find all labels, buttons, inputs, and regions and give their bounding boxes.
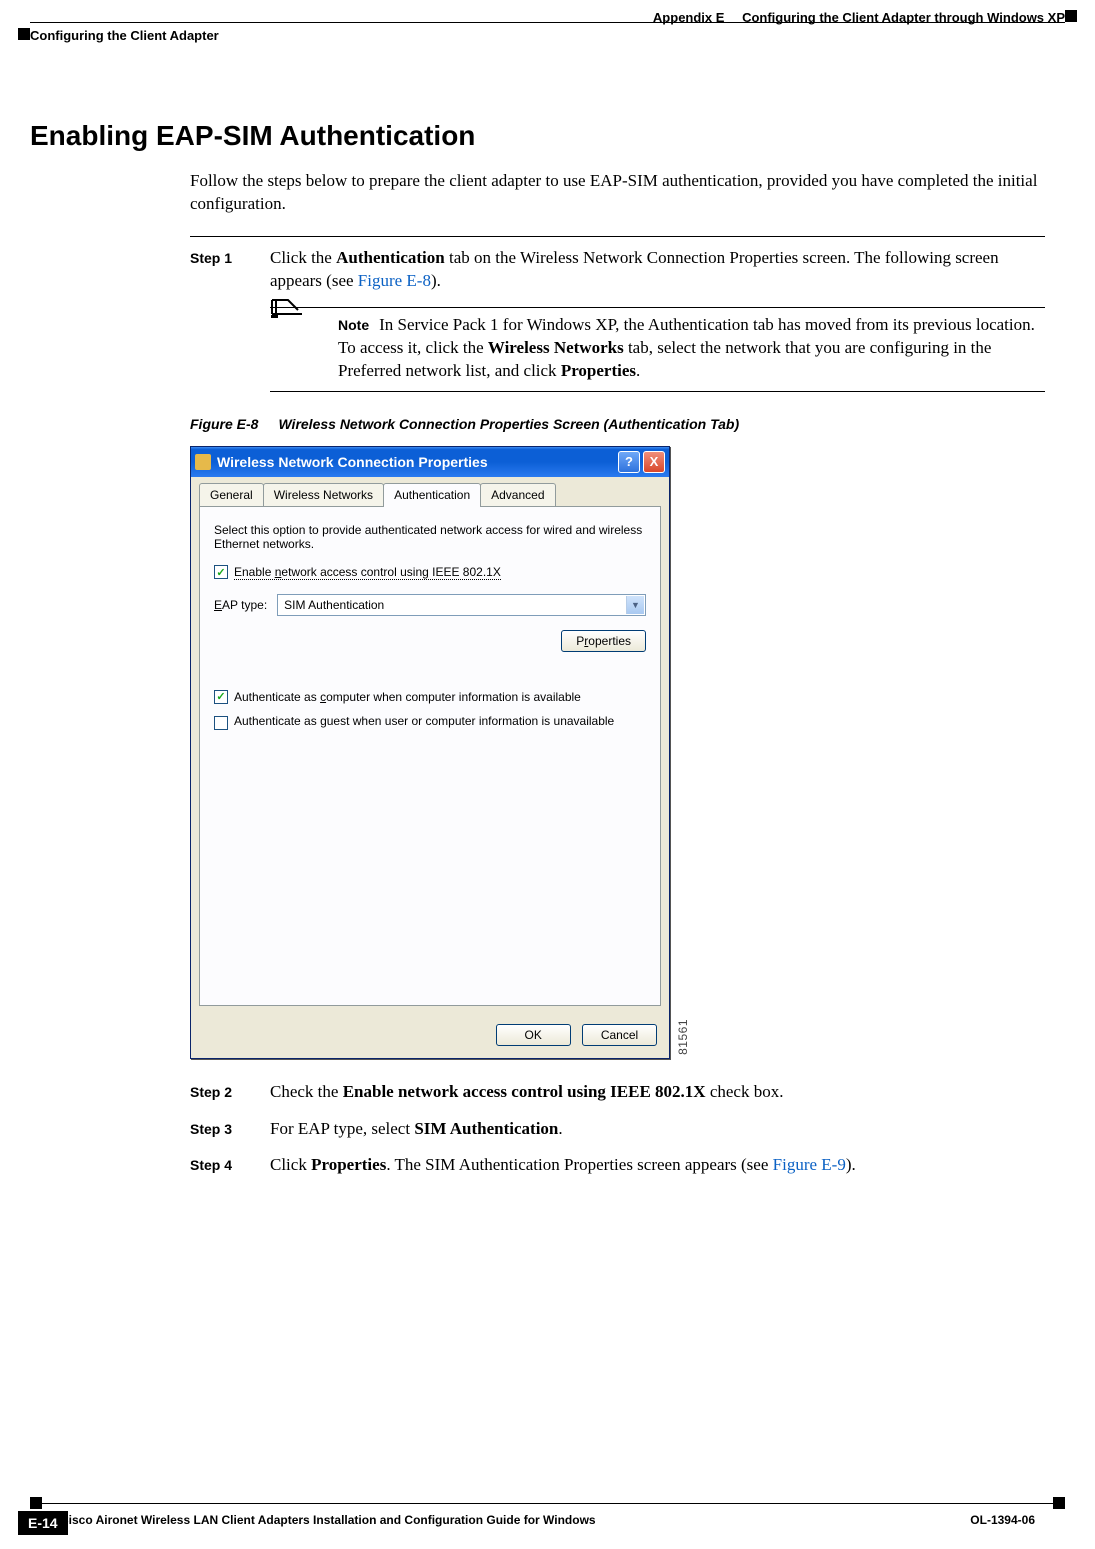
note-rule-bottom bbox=[270, 391, 1045, 392]
step-body: Click Properties. The SIM Authentication… bbox=[270, 1154, 1045, 1177]
step-body: For EAP type, select SIM Authentication. bbox=[270, 1118, 1045, 1141]
step-4: Step 4 Click Properties. The SIM Authent… bbox=[190, 1154, 1045, 1177]
eap-type-label: EAP type: bbox=[214, 598, 267, 612]
note-label: Note bbox=[338, 317, 369, 333]
header-mark-left bbox=[18, 28, 30, 40]
book-title: Cisco Aironet Wireless LAN Client Adapte… bbox=[60, 1513, 596, 1527]
dialog-footer: OK Cancel bbox=[191, 1014, 669, 1058]
auth-panel: Select this option to provide authentica… bbox=[199, 506, 661, 1006]
note-icon bbox=[270, 314, 338, 383]
note-rule-top bbox=[270, 307, 1045, 308]
enable-8021x-label: Enable network access control using IEEE… bbox=[234, 565, 501, 580]
section-title: Enabling EAP-SIM Authentication bbox=[30, 120, 1065, 152]
cancel-button[interactable]: Cancel bbox=[582, 1024, 657, 1046]
header-mark-right bbox=[1065, 10, 1077, 22]
figure-side-code: 81561 bbox=[676, 1019, 690, 1055]
tab-strip: General Wireless Networks Authentication… bbox=[191, 477, 669, 506]
tab-advanced[interactable]: Advanced bbox=[480, 483, 555, 506]
help-button[interactable]: ? bbox=[618, 451, 640, 473]
auth-as-guest-label: Authenticate as guest when user or compu… bbox=[234, 714, 614, 728]
step-2: Step 2 Check the Enable network access c… bbox=[190, 1081, 1045, 1104]
chevron-down-icon[interactable]: ▼ bbox=[626, 596, 644, 614]
tab-wireless-networks[interactable]: Wireless Networks bbox=[263, 483, 384, 506]
auth-as-computer-row[interactable]: Authenticate as computer when computer i… bbox=[214, 690, 646, 704]
footer-rule bbox=[30, 1497, 1065, 1509]
step-label: Step 3 bbox=[190, 1118, 270, 1141]
step-3: Step 3 For EAP type, select SIM Authenti… bbox=[190, 1118, 1045, 1141]
eap-type-select[interactable]: SIM Authentication ▼ bbox=[277, 594, 646, 616]
step-label: Step 4 bbox=[190, 1154, 270, 1177]
panel-description: Select this option to provide authentica… bbox=[214, 523, 646, 551]
checkbox-auth-as-computer[interactable] bbox=[214, 690, 228, 704]
footer-mark-left bbox=[30, 1497, 42, 1509]
step-rule bbox=[190, 236, 1045, 237]
tab-authentication[interactable]: Authentication bbox=[383, 483, 481, 507]
step-label: Step 1 bbox=[190, 247, 270, 293]
step-1: Step 1 Click the Authentication tab on t… bbox=[190, 247, 1045, 293]
note-body: NoteIn Service Pack 1 for Windows XP, th… bbox=[338, 314, 1045, 383]
page-number: E-14 bbox=[18, 1511, 68, 1535]
header-rule bbox=[30, 22, 1065, 23]
step-label: Step 2 bbox=[190, 1081, 270, 1104]
properties-button[interactable]: Properties bbox=[561, 630, 646, 652]
intro-paragraph: Follow the steps below to prepare the cl… bbox=[190, 170, 1045, 216]
ok-button[interactable]: OK bbox=[496, 1024, 571, 1046]
checkbox-auth-as-guest[interactable] bbox=[214, 716, 228, 730]
window-icon bbox=[195, 454, 211, 470]
fig-link[interactable]: Figure E-9 bbox=[773, 1155, 846, 1174]
window-title: Wireless Network Connection Properties bbox=[217, 454, 488, 470]
page-header: Appendix E Configuring the Client Adapte… bbox=[30, 10, 1065, 50]
footer-text: Cisco Aironet Wireless LAN Client Adapte… bbox=[60, 1513, 1035, 1527]
tab-general[interactable]: General bbox=[199, 483, 264, 506]
note-block: NoteIn Service Pack 1 for Windows XP, th… bbox=[270, 307, 1045, 392]
eap-type-row: EAP type: SIM Authentication ▼ bbox=[214, 594, 646, 616]
figure-title: Wireless Network Connection Properties S… bbox=[278, 416, 739, 432]
close-button[interactable]: X bbox=[643, 451, 665, 473]
xp-dialog: Wireless Network Connection Properties ?… bbox=[190, 446, 670, 1059]
titlebar[interactable]: Wireless Network Connection Properties ?… bbox=[191, 447, 669, 477]
step-body: Check the Enable network access control … bbox=[270, 1081, 1045, 1104]
auth-as-computer-label: Authenticate as computer when computer i… bbox=[234, 690, 581, 704]
enable-8021x-row[interactable]: Enable network access control using IEEE… bbox=[214, 565, 646, 580]
auth-as-guest-row[interactable]: Authenticate as guest when user or compu… bbox=[214, 714, 646, 730]
footer-mark-right bbox=[1053, 1497, 1065, 1509]
doc-number: OL-1394-06 bbox=[970, 1513, 1035, 1527]
section-path: Configuring the Client Adapter bbox=[30, 28, 219, 43]
step-body: Click the Authentication tab on the Wire… bbox=[270, 247, 1045, 293]
figure-number: Figure E-8 bbox=[190, 416, 258, 432]
checkbox-enable-8021x[interactable] bbox=[214, 565, 228, 579]
figure-caption: Figure E-8 Wireless Network Connection Pr… bbox=[190, 416, 1045, 432]
fig-link[interactable]: Figure E-8 bbox=[358, 271, 431, 290]
eap-type-value: SIM Authentication bbox=[284, 598, 384, 612]
